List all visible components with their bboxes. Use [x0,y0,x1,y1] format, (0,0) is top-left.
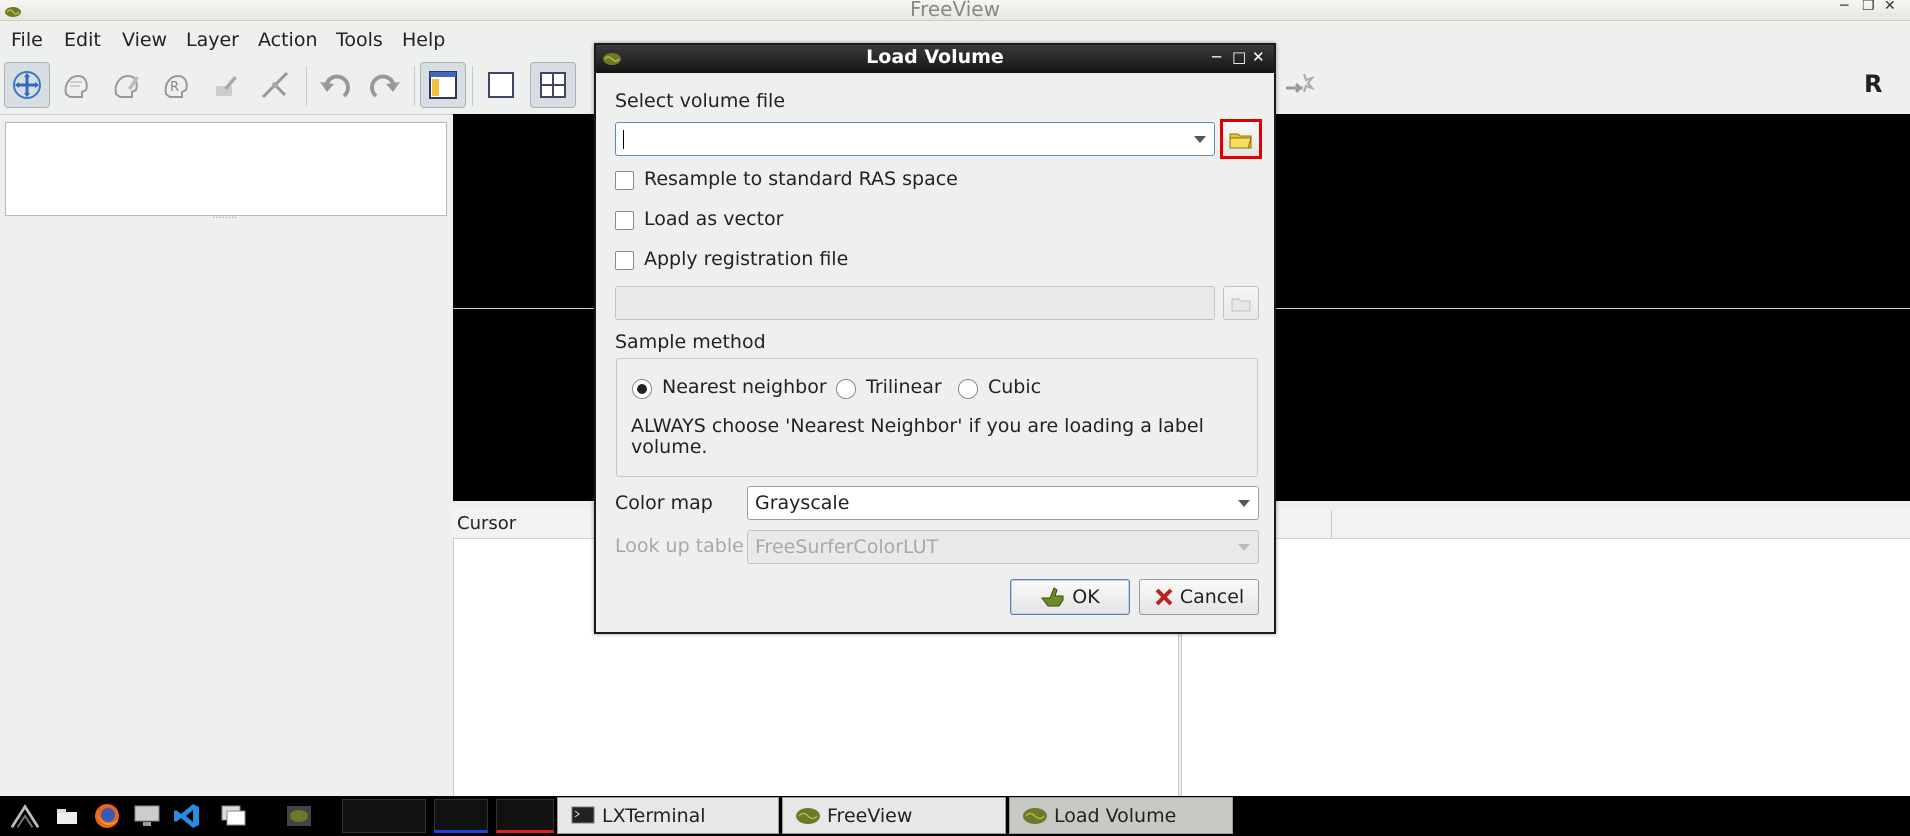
taskbar: LXTerminal FreeView Load Volume [0,796,1910,836]
close-icon[interactable]: ✕ [1884,0,1896,14]
color-map-select[interactable]: Grayscale [747,486,1259,520]
contour-icon[interactable] [252,62,298,108]
window-titlebar: FreeView ─ ❐ ✕ [0,0,1910,21]
resample-checkbox[interactable] [615,171,634,190]
color-map-label: Color map [615,492,713,514]
layout-2x2-icon[interactable] [530,62,576,108]
firefox-icon[interactable] [92,801,122,831]
cancel-icon [1155,588,1173,606]
svg-text:R: R [170,80,179,95]
dialog-maximize-icon[interactable]: □ [1232,48,1246,66]
workspace-2[interactable] [496,799,554,833]
menu-action[interactable]: Action [258,29,318,51]
workspace-pager[interactable] [342,799,426,833]
folder-icon [1229,133,1252,149]
registration-file-field [615,286,1215,320]
dialog-titlebar[interactable]: Load Volume ─ □ ✕ [596,45,1274,73]
window-title: FreeView [910,0,1000,21]
column-divider [1331,510,1332,538]
task-load-volume[interactable]: Load Volume [1009,797,1233,834]
cancel-button[interactable]: Cancel [1139,579,1259,615]
point-set-edit-icon[interactable] [202,62,248,108]
chevron-down-icon[interactable] [1238,500,1250,507]
brain-icon [795,805,821,827]
task-lxterminal[interactable]: LXTerminal [557,797,779,834]
restore-icon[interactable]: ❐ [1862,0,1875,14]
trilinear-label: Trilinear [866,376,942,398]
toolbar-separator [472,66,473,106]
menu-layer[interactable]: Layer [186,29,239,51]
ok-button[interactable]: OK [1010,579,1130,615]
toggle-all-icon[interactable] [1276,62,1322,108]
color-map-value: Grayscale [755,492,850,514]
toolbar-separator [306,66,307,106]
ok-label: OK [1072,586,1100,608]
redo-icon[interactable] [362,62,408,108]
file-manager-icon[interactable] [52,801,82,831]
radio-nearest-neighbor[interactable] [632,379,652,399]
cursor-header-label: Cursor [457,513,517,534]
mouse-info-header [1181,510,1910,539]
sample-method-note: ALWAYS choose 'Nearest Neighbor' if you … [631,415,1204,458]
radio-trilinear[interactable] [836,379,856,399]
dialog-close-icon[interactable]: ✕ [1252,48,1265,66]
task-label: Load Volume [1054,804,1177,827]
browse-registration-button [1223,286,1259,320]
dialog-title: Load Volume [866,46,1004,68]
chevron-down-icon [1238,544,1250,551]
select-volume-label: Select volume file [615,90,786,112]
lookup-table-value: FreeSurferColorLUT [755,536,939,558]
mouse-info-panel [1181,510,1910,798]
sample-method-label: Sample method [615,331,766,353]
voxel-edit-icon[interactable] [102,62,148,108]
roi-edit-icon[interactable]: R [152,62,198,108]
volume-file-combo[interactable] [615,122,1215,156]
recon-edit-icon[interactable] [52,62,98,108]
view-orientation-label: R [1864,70,1883,98]
menu-help[interactable]: Help [402,29,445,51]
apply-registration-checkbox[interactable] [615,251,634,270]
task-label: LXTerminal [602,804,706,827]
freeview-launcher-icon[interactable] [284,801,314,831]
menu-view[interactable]: View [122,29,167,51]
ok-icon [1041,587,1064,607]
navigate-icon[interactable] [4,62,50,108]
apply-registration-label: Apply registration file [644,248,849,270]
task-freeview[interactable]: FreeView [782,797,1006,834]
folder-icon [1231,298,1251,312]
load-volume-dialog: Load Volume ─ □ ✕ Select volume file Res… [594,43,1276,634]
workspace-1[interactable] [434,799,488,833]
start-menu-icon[interactable] [10,801,40,831]
desktop-icon[interactable] [132,801,162,831]
layout-1x1-icon[interactable] [478,62,524,108]
dialog-minimize-icon[interactable]: ─ [1212,48,1221,66]
resample-label: Resample to standard RAS space [644,168,958,190]
layer-list[interactable] [5,122,447,216]
menu-edit[interactable]: Edit [64,29,101,51]
panel-splitter[interactable]: ........ [212,211,242,221]
menu-file[interactable]: File [11,29,43,51]
text-caret [623,130,624,149]
lookup-table-select: FreeSurferColorLUT [747,530,1259,564]
lookup-table-label: Look up table [615,535,744,557]
cancel-label: Cancel [1179,586,1245,608]
cubic-label: Cubic [988,376,1042,398]
browse-volume-button[interactable] [1220,119,1262,159]
menu-tools[interactable]: Tools [336,29,383,51]
terminal-icon [570,805,596,827]
load-as-vector-checkbox[interactable] [615,211,634,230]
main-panel-icon[interactable] [420,62,466,108]
radio-cubic[interactable] [958,379,978,399]
chevron-down-icon[interactable] [1194,136,1206,143]
brain-icon [1022,805,1048,827]
window-switcher-icon[interactable] [218,801,248,831]
task-label: FreeView [827,804,913,827]
load-as-vector-label: Load as vector [644,208,784,230]
undo-icon[interactable] [312,62,358,108]
minimize-icon[interactable]: ─ [1840,0,1848,14]
toolbar-separator [414,66,415,106]
vscode-icon[interactable] [172,801,202,831]
nearest-neighbor-label: Nearest neighbor [662,376,827,398]
